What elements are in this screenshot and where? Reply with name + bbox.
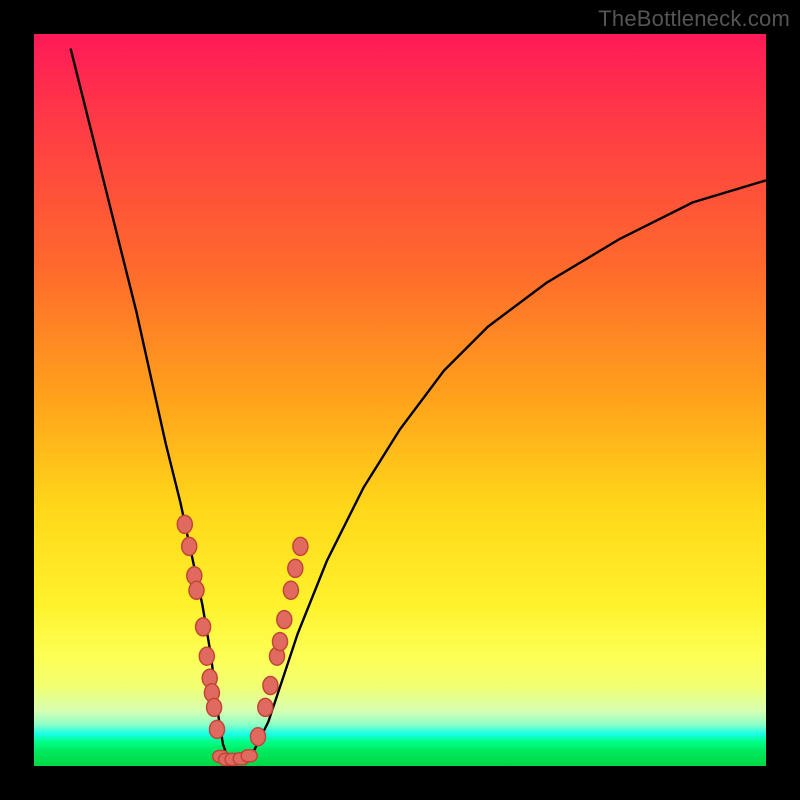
data-marker [263,677,278,695]
data-marker [189,581,204,599]
data-marker [177,515,192,533]
bottleneck-curve [71,49,766,759]
data-marker [258,698,273,716]
data-marker [182,537,197,555]
data-marker [196,618,211,636]
data-marker [210,720,225,738]
data-marker [241,750,257,762]
plot-area [34,34,766,766]
chart-svg [34,34,766,766]
data-marker [277,611,292,629]
watermark-text: TheBottleneck.com [598,6,790,32]
data-marker [207,698,222,716]
data-marker [293,537,308,555]
data-marker [251,728,266,746]
marker-layer [177,515,308,765]
chart-frame: TheBottleneck.com [0,0,800,800]
data-marker [273,633,288,651]
data-marker [288,559,303,577]
data-marker [199,647,214,665]
data-marker [283,581,298,599]
